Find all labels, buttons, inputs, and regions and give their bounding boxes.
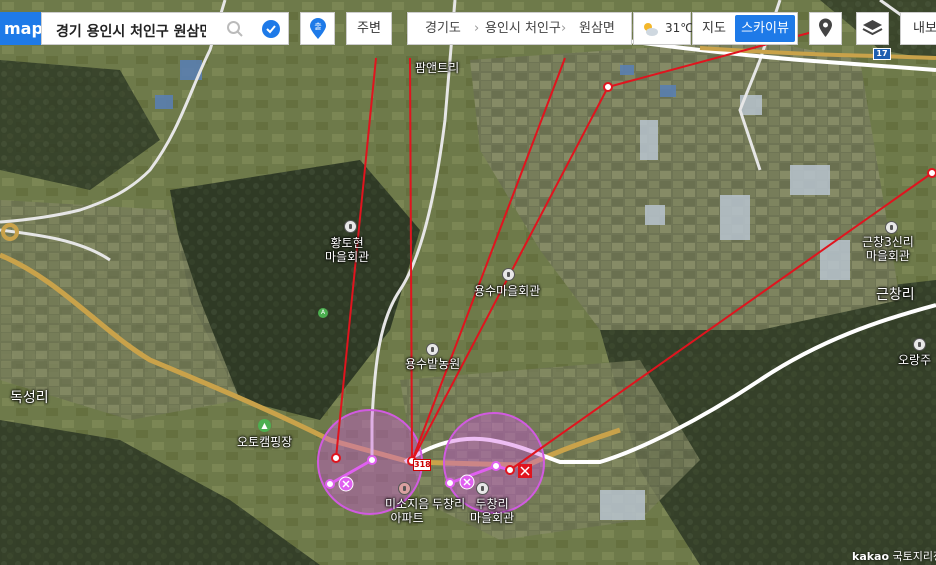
layers-icon <box>862 20 883 36</box>
search-input[interactable]: 경기 용인시 처인구 원삼면 <box>56 21 206 41</box>
map-type-switch: 지도 스카이뷰 <box>692 12 798 45</box>
export-button[interactable]: 내보내기 <box>900 12 936 45</box>
breadcrumb-district[interactable]: 원삼면 <box>579 13 615 44</box>
route-pin-icon: 출 <box>310 18 326 39</box>
map-view-tab[interactable]: 지도 <box>693 13 735 44</box>
route-318-sign: 318 <box>413 459 431 471</box>
layers-button[interactable] <box>856 12 889 45</box>
hall-marker-icon[interactable] <box>885 221 898 234</box>
map-label-duchangri-hall: 두창리 마을회관 <box>470 497 515 525</box>
location-button[interactable] <box>809 12 842 45</box>
app-logo[interactable]: map <box>0 12 43 45</box>
satellite-map[interactable] <box>0 0 936 565</box>
apartment-marker-icon[interactable] <box>398 482 411 495</box>
nearby-button[interactable]: 주변 <box>346 12 392 45</box>
map-credit: kakao 국토지리정보원 <box>852 548 936 564</box>
route-button[interactable]: 출 <box>300 12 335 45</box>
farm-marker-icon[interactable] <box>426 343 439 356</box>
hall-marker-icon[interactable] <box>502 268 515 281</box>
top-toolbar: map 경기 용인시 처인구 원삼면 출 주변 경기도 › 용인시 처인구 › … <box>0 0 936 58</box>
camping-marker-icon[interactable]: ▲ <box>258 419 271 432</box>
trail-marker-icon[interactable]: A <box>318 308 328 318</box>
skyview-tab[interactable]: 스카이뷰 <box>735 15 795 42</box>
map-label-hwangtohyeon: 황토현 마을회관 <box>325 236 370 264</box>
map-label-misojieum: 미소지음 아파트 <box>385 497 430 525</box>
map-label-orangju: 오랑주 <box>898 353 932 367</box>
map-label-yongsu-hall: 용수마을회관 <box>474 284 541 298</box>
chevron-right-icon: › <box>474 21 480 36</box>
search-icon[interactable] <box>226 20 244 38</box>
map-label-palmtree: 팜앤트리 <box>415 61 460 75</box>
credit-source: 국토지리정보원 <box>892 550 936 563</box>
breadcrumb-province[interactable]: 경기도 <box>425 13 461 44</box>
map-label-yongsu-farm: 용수밭농원 <box>405 357 461 371</box>
hall-marker-icon[interactable] <box>476 482 489 495</box>
search-box[interactable]: 경기 용인시 처인구 원삼면 <box>41 12 289 45</box>
breadcrumb: 경기도 › 용인시 처인구 › 원삼면 <box>407 12 632 45</box>
map-label-dokseongri: 독성리 <box>10 390 49 406</box>
location-pin-icon <box>819 18 832 37</box>
kakao-logo: kakao <box>852 550 890 563</box>
map-label-duchangri: 두창리 <box>432 497 466 511</box>
weather-temp: 31℃ <box>665 21 694 35</box>
weather-widget[interactable]: 31℃ <box>633 12 694 45</box>
partly-sunny-icon <box>644 23 658 36</box>
map-label-geunchangri: 근창리 <box>876 287 915 303</box>
map-label-geunchang3: 근창3신리 마을회관 <box>862 235 914 263</box>
chevron-right-icon: › <box>561 21 567 36</box>
poi-marker-icon[interactable] <box>913 338 926 351</box>
breadcrumb-city[interactable]: 용인시 처인구 <box>485 13 561 44</box>
svg-text:출: 출 <box>314 21 321 31</box>
map-label-auto-camping: 오토캠핑장 <box>237 435 293 449</box>
hall-marker-icon[interactable] <box>344 220 357 233</box>
check-icon[interactable] <box>262 20 280 38</box>
